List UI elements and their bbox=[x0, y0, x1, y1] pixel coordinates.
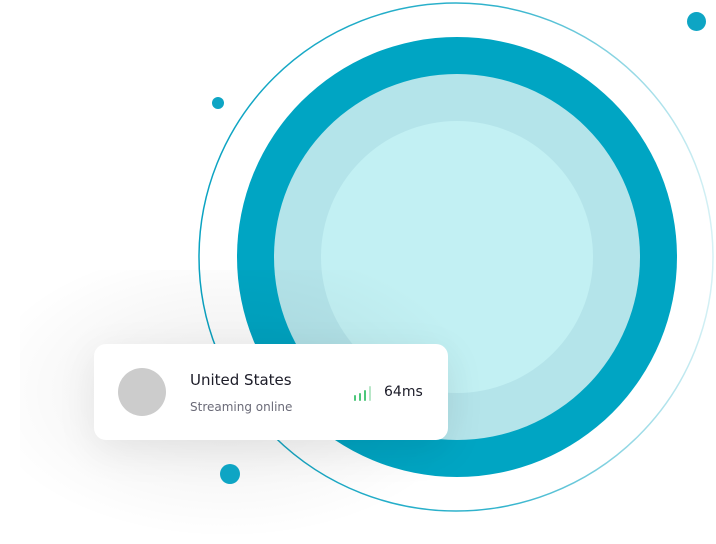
server-status: Streaming online bbox=[190, 400, 293, 414]
signal-bar bbox=[369, 386, 371, 401]
flag-avatar bbox=[118, 368, 166, 416]
latency-value: 64ms bbox=[384, 384, 423, 400]
decorative-dot bbox=[220, 464, 240, 484]
server-country: United States bbox=[190, 371, 292, 389]
signal-bar bbox=[364, 390, 366, 401]
signal-bar bbox=[354, 395, 356, 401]
signal-bar bbox=[359, 393, 361, 401]
signal-strength-icon bbox=[354, 385, 376, 401]
decorative-dot bbox=[687, 12, 706, 31]
server-location-card[interactable]: United States Streaming online 64ms bbox=[94, 344, 448, 440]
decorative-dot bbox=[212, 97, 224, 109]
vpn-illustration: United States Streaming online 64ms bbox=[0, 0, 716, 544]
